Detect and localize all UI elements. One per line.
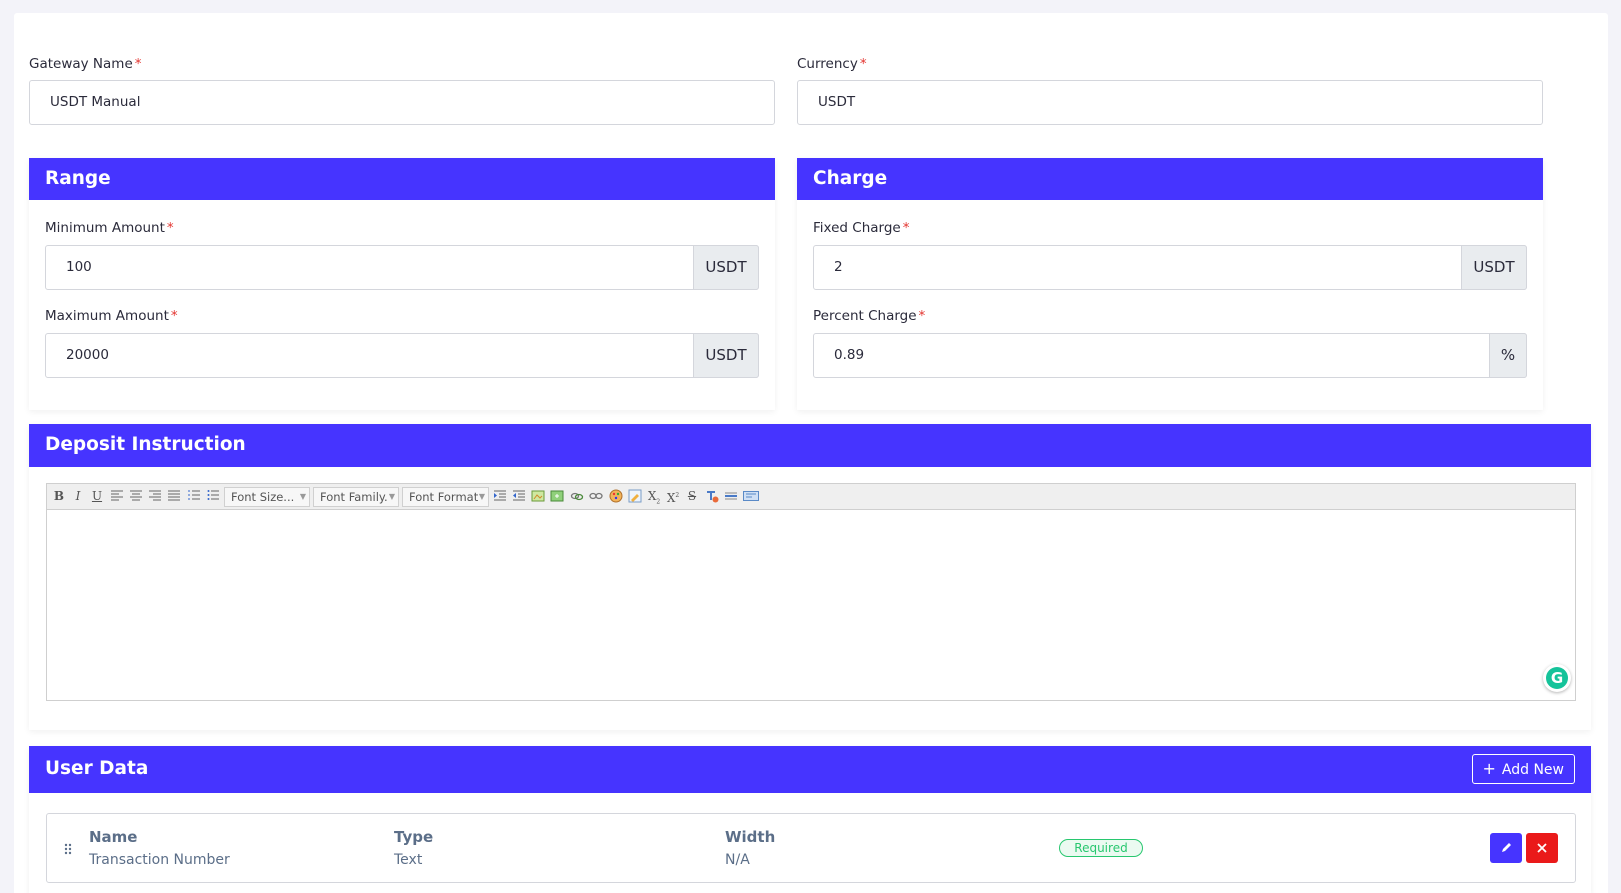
strikethrough-button[interactable]: S — [685, 489, 699, 503]
status-badge: Required — [1059, 839, 1143, 857]
align-justify-icon[interactable] — [167, 489, 181, 503]
fixed-charge-label: Fixed Charge * — [813, 220, 910, 236]
percent-addon: % — [1489, 333, 1527, 378]
close-icon — [1537, 843, 1547, 853]
ordered-list-icon[interactable] — [187, 489, 201, 503]
chevron-down-icon: ▼ — [478, 492, 485, 501]
fixed-charge-value: 2 — [834, 259, 843, 275]
plus-icon: + — [1482, 759, 1496, 778]
chevron-down-icon: ▼ — [299, 492, 306, 501]
edit-html-icon[interactable] — [628, 489, 642, 503]
fixed-charge-input[interactable]: 2 USDT — [813, 245, 1527, 290]
table-row: Name Transaction Number Type Text Width … — [46, 813, 1576, 883]
align-right-icon[interactable] — [148, 489, 162, 503]
charge-panel-title: Charge — [797, 158, 1543, 200]
percent-charge-input[interactable]: 0.89 % — [813, 333, 1527, 378]
grammarly-icon[interactable]: G — [1543, 664, 1571, 692]
row-name-value: Transaction Number — [89, 852, 230, 868]
remove-format-icon[interactable] — [705, 489, 719, 503]
column-header-type: Type — [394, 828, 434, 846]
toggle-html-icon[interactable] — [743, 489, 759, 503]
insert-image-icon[interactable] — [531, 489, 545, 503]
minimum-amount-label: Minimum Amount * — [45, 220, 174, 236]
italic-button[interactable]: I — [71, 489, 85, 503]
indent-icon[interactable] — [493, 489, 507, 503]
row-type-value: Text — [394, 852, 423, 868]
currency-input[interactable]: USDT — [797, 80, 1543, 125]
chevron-down-icon: ▼ — [388, 492, 395, 501]
font-format-select[interactable]: Font Format ▼ — [402, 487, 489, 507]
editor-toolbar: B I U Font Size... ▼ Font Family. ▼ Font F… — [46, 483, 1576, 509]
deposit-instruction-title: Deposit Instruction — [29, 424, 1591, 467]
maximum-amount-currency-addon: USDT — [693, 333, 759, 378]
unlink-icon[interactable] — [589, 489, 603, 503]
percent-charge-value: 0.89 — [834, 347, 865, 363]
fixed-charge-currency-addon: USDT — [1461, 245, 1527, 290]
bold-button[interactable]: B — [52, 489, 66, 503]
outdent-icon[interactable] — [512, 489, 526, 503]
pencil-icon — [1502, 843, 1511, 852]
font-size-select[interactable]: Font Size... ▼ — [224, 487, 310, 507]
user-data-header: User Data + Add New — [29, 746, 1591, 793]
align-center-icon[interactable] — [129, 489, 143, 503]
align-left-icon[interactable] — [110, 489, 124, 503]
column-header-name: Name — [89, 828, 138, 846]
font-family-select[interactable]: Font Family. ▼ — [313, 487, 399, 507]
maximum-amount-label: Maximum Amount * — [45, 308, 178, 324]
drag-handle-icon[interactable] — [63, 841, 73, 860]
row-width-value: N/A — [725, 852, 750, 868]
maximum-amount-value: 20000 — [66, 347, 109, 363]
range-panel-title: Range — [29, 158, 775, 200]
unordered-list-icon[interactable] — [206, 489, 220, 503]
gateway-name-label: Gateway Name * — [29, 56, 142, 72]
deposit-instruction-editor[interactable]: G — [46, 509, 1576, 701]
superscript-icon[interactable]: X2 — [666, 489, 680, 505]
percent-charge-label: Percent Charge * — [813, 308, 926, 324]
user-data-title: User Data — [45, 758, 149, 779]
gateway-name-input[interactable]: USDT Manual — [29, 80, 775, 125]
subscript-icon[interactable]: X2 — [647, 489, 661, 505]
link-icon[interactable] — [570, 489, 584, 503]
add-new-button[interactable]: + Add New — [1471, 754, 1575, 784]
grammarly-logo: G — [1546, 667, 1568, 689]
insert-media-icon[interactable] — [550, 489, 564, 503]
minimum-amount-value: 100 — [66, 259, 92, 275]
underline-button[interactable]: U — [90, 489, 104, 503]
horizontal-rule-icon[interactable] — [724, 489, 738, 503]
delete-button[interactable] — [1526, 833, 1558, 863]
currency-label: Currency * — [797, 56, 867, 72]
minimum-amount-input[interactable]: 100 USDT — [45, 245, 759, 290]
column-header-width: Width — [725, 828, 776, 846]
minimum-amount-currency-addon: USDT — [693, 245, 759, 290]
add-new-label: Add New — [1501, 762, 1564, 778]
maximum-amount-input[interactable]: 20000 USDT — [45, 333, 759, 378]
edit-button[interactable] — [1490, 833, 1522, 863]
color-picker-icon[interactable] — [609, 489, 623, 503]
